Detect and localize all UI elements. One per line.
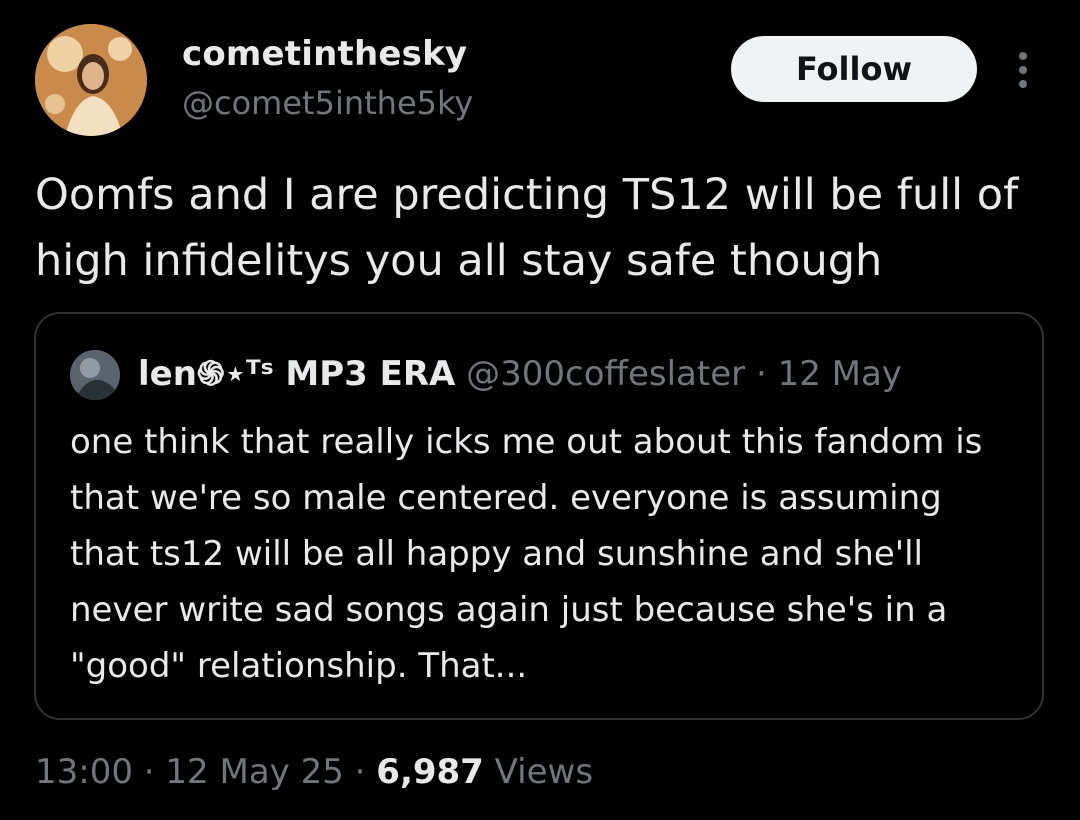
quote-handle[interactable]: @300coffeslater: [466, 354, 745, 394]
tweet-time[interactable]: 13:00: [35, 752, 133, 792]
author-display-name[interactable]: cometinthesky: [182, 34, 467, 74]
quote-header: len֍⋆ᵀˢ MP3 ERA @300coffeslater · 12 May: [138, 350, 1018, 398]
views-label: Views: [494, 752, 594, 792]
author-handle[interactable]: @comet5inthe5ky: [182, 84, 473, 122]
tweet-date[interactable]: 12 May 25: [165, 752, 343, 792]
meta-separator: ·: [354, 752, 366, 792]
quote-display-name[interactable]: len֍⋆ᵀˢ MP3 ERA: [138, 354, 455, 394]
views-count[interactable]: 6,987: [376, 752, 484, 792]
quote-text: one think that really icks me out about …: [70, 422, 983, 686]
follow-button[interactable]: Follow: [731, 36, 977, 102]
tweet-meta: 13:00 · 12 May 25 · 6,987 Views: [35, 750, 593, 794]
tweet-text: Oomfs and I are predicting TS12 will be …: [35, 170, 1019, 286]
meta-separator: ·: [143, 752, 155, 792]
more-vertical-icon[interactable]: [1008, 50, 1038, 90]
quote-separator: ·: [755, 354, 767, 394]
quote-date[interactable]: 12 May: [778, 354, 902, 394]
quote-avatar[interactable]: [70, 350, 120, 400]
author-avatar[interactable]: [35, 24, 147, 136]
quote-tweet-card[interactable]: len֍⋆ᵀˢ MP3 ERA @300coffeslater · 12 May…: [34, 312, 1044, 720]
